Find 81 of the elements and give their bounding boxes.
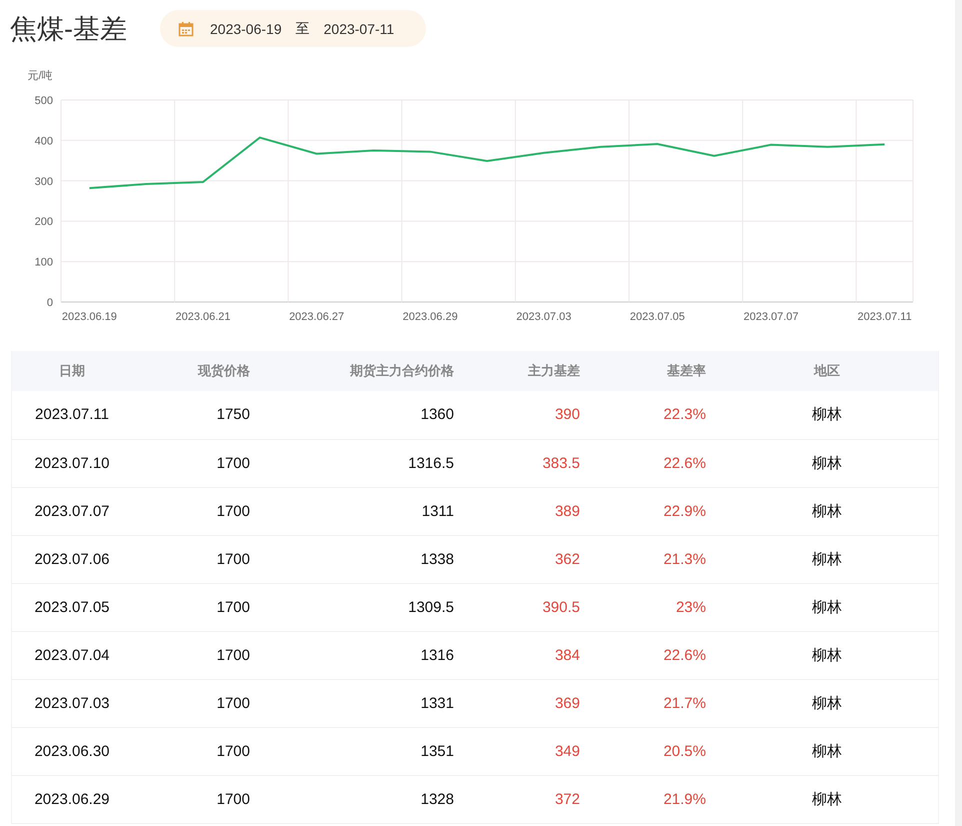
y-tick-label: 200 xyxy=(34,216,53,228)
table-cell: 1311 xyxy=(260,487,464,535)
y-tick-label: 500 xyxy=(34,95,53,107)
table-cell: 362 xyxy=(464,535,590,583)
y-tick-label: 0 xyxy=(46,297,53,309)
table-cell: 柳林 xyxy=(716,535,938,583)
table-cell: 柳林 xyxy=(716,487,938,535)
page-title: 焦煤-基差 xyxy=(10,12,128,46)
table-cell: 柳林 xyxy=(716,727,938,775)
axis-unit-label: 元/吨 xyxy=(27,70,53,82)
column-header: 地区 xyxy=(716,351,938,391)
table-cell: 372 xyxy=(464,775,590,823)
table-cell: 柳林 xyxy=(716,391,938,439)
table-cell: 1316.5 xyxy=(260,439,464,487)
calendar-icon xyxy=(178,20,194,36)
table-cell: 1331 xyxy=(260,679,464,727)
column-header: 日期 xyxy=(12,351,132,391)
table-cell: 2023.07.11 xyxy=(12,391,132,439)
column-header: 主力基差 xyxy=(464,351,590,391)
table-cell: 2023.06.29 xyxy=(12,775,132,823)
table-cell: 22.3% xyxy=(590,391,716,439)
y-tick-label: 400 xyxy=(34,135,53,148)
table-cell: 2023.07.06 xyxy=(12,535,132,583)
table-cell: 1700 xyxy=(132,727,260,775)
table-cell: 390 xyxy=(464,391,590,439)
date-range-picker[interactable]: 2023-06-19 至 2023-07-11 xyxy=(160,10,426,47)
column-header: 基差率 xyxy=(590,351,716,391)
column-header: 现货价格 xyxy=(132,351,260,391)
table-cell: 2023.07.05 xyxy=(12,583,132,631)
table-cell: 1700 xyxy=(132,631,260,679)
table-cell: 2023.07.03 xyxy=(12,679,132,727)
table-cell: 1750 xyxy=(132,391,260,439)
table-cell: 2023.07.10 xyxy=(12,439,132,487)
x-tick-label: 2023.06.29 xyxy=(402,311,458,323)
table-cell: 20.5% xyxy=(590,727,716,775)
table-cell: 1700 xyxy=(132,775,260,823)
x-tick-label: 2023.07.07 xyxy=(743,311,799,323)
x-tick-label: 2023.07.03 xyxy=(516,311,572,323)
table-cell: 22.9% xyxy=(590,487,716,535)
table-cell: 383.5 xyxy=(464,439,590,487)
table-cell: 389 xyxy=(464,487,590,535)
table-cell: 23% xyxy=(590,583,716,631)
table-cell: 21.3% xyxy=(590,535,716,583)
table-cell: 384 xyxy=(464,631,590,679)
table-cell: 2023.07.07 xyxy=(12,487,132,535)
x-tick-label: 2023.07.11 xyxy=(857,311,912,323)
column-header: 期货主力合约价格 xyxy=(260,351,464,391)
table-cell: 21.9% xyxy=(590,775,716,823)
table-cell: 1700 xyxy=(132,535,260,583)
x-tick-label: 2023.06.19 xyxy=(62,311,117,323)
table-cell: 1316 xyxy=(260,631,464,679)
end-date: 2023-07-11 xyxy=(324,20,394,36)
table-cell: 1351 xyxy=(260,727,464,775)
table-cell: 柳林 xyxy=(716,775,938,823)
x-tick-label: 2023.07.05 xyxy=(630,311,685,323)
table-cell: 369 xyxy=(464,679,590,727)
y-tick-label: 300 xyxy=(34,176,53,188)
table-cell: 1700 xyxy=(132,439,260,487)
x-tick-label: 2023.06.27 xyxy=(289,311,344,323)
table-cell: 22.6% xyxy=(590,439,716,487)
table-cell: 390.5 xyxy=(464,583,590,631)
y-tick-label: 100 xyxy=(34,256,53,269)
table-cell: 1700 xyxy=(132,679,260,727)
table-cell: 1360 xyxy=(260,391,464,439)
table-cell: 21.7% xyxy=(590,679,716,727)
table-cell: 2023.06.30 xyxy=(12,727,132,775)
table-cell: 1700 xyxy=(132,583,260,631)
table-cell: 1309.5 xyxy=(260,583,464,631)
range-separator: 至 xyxy=(296,20,310,38)
table-cell: 柳林 xyxy=(716,439,938,487)
start-date: 2023-06-19 xyxy=(210,20,282,36)
table-cell: 2023.07.04 xyxy=(12,631,132,679)
table-cell: 22.6% xyxy=(590,631,716,679)
table-cell: 柳林 xyxy=(716,583,938,631)
table-cell: 1328 xyxy=(260,775,464,823)
table-cell: 柳林 xyxy=(716,631,938,679)
table-cell: 349 xyxy=(464,727,590,775)
x-tick-label: 2023.06.21 xyxy=(175,311,231,323)
table-cell: 柳林 xyxy=(716,679,938,727)
table-cell: 1700 xyxy=(132,487,260,535)
table-cell: 1338 xyxy=(260,535,464,583)
